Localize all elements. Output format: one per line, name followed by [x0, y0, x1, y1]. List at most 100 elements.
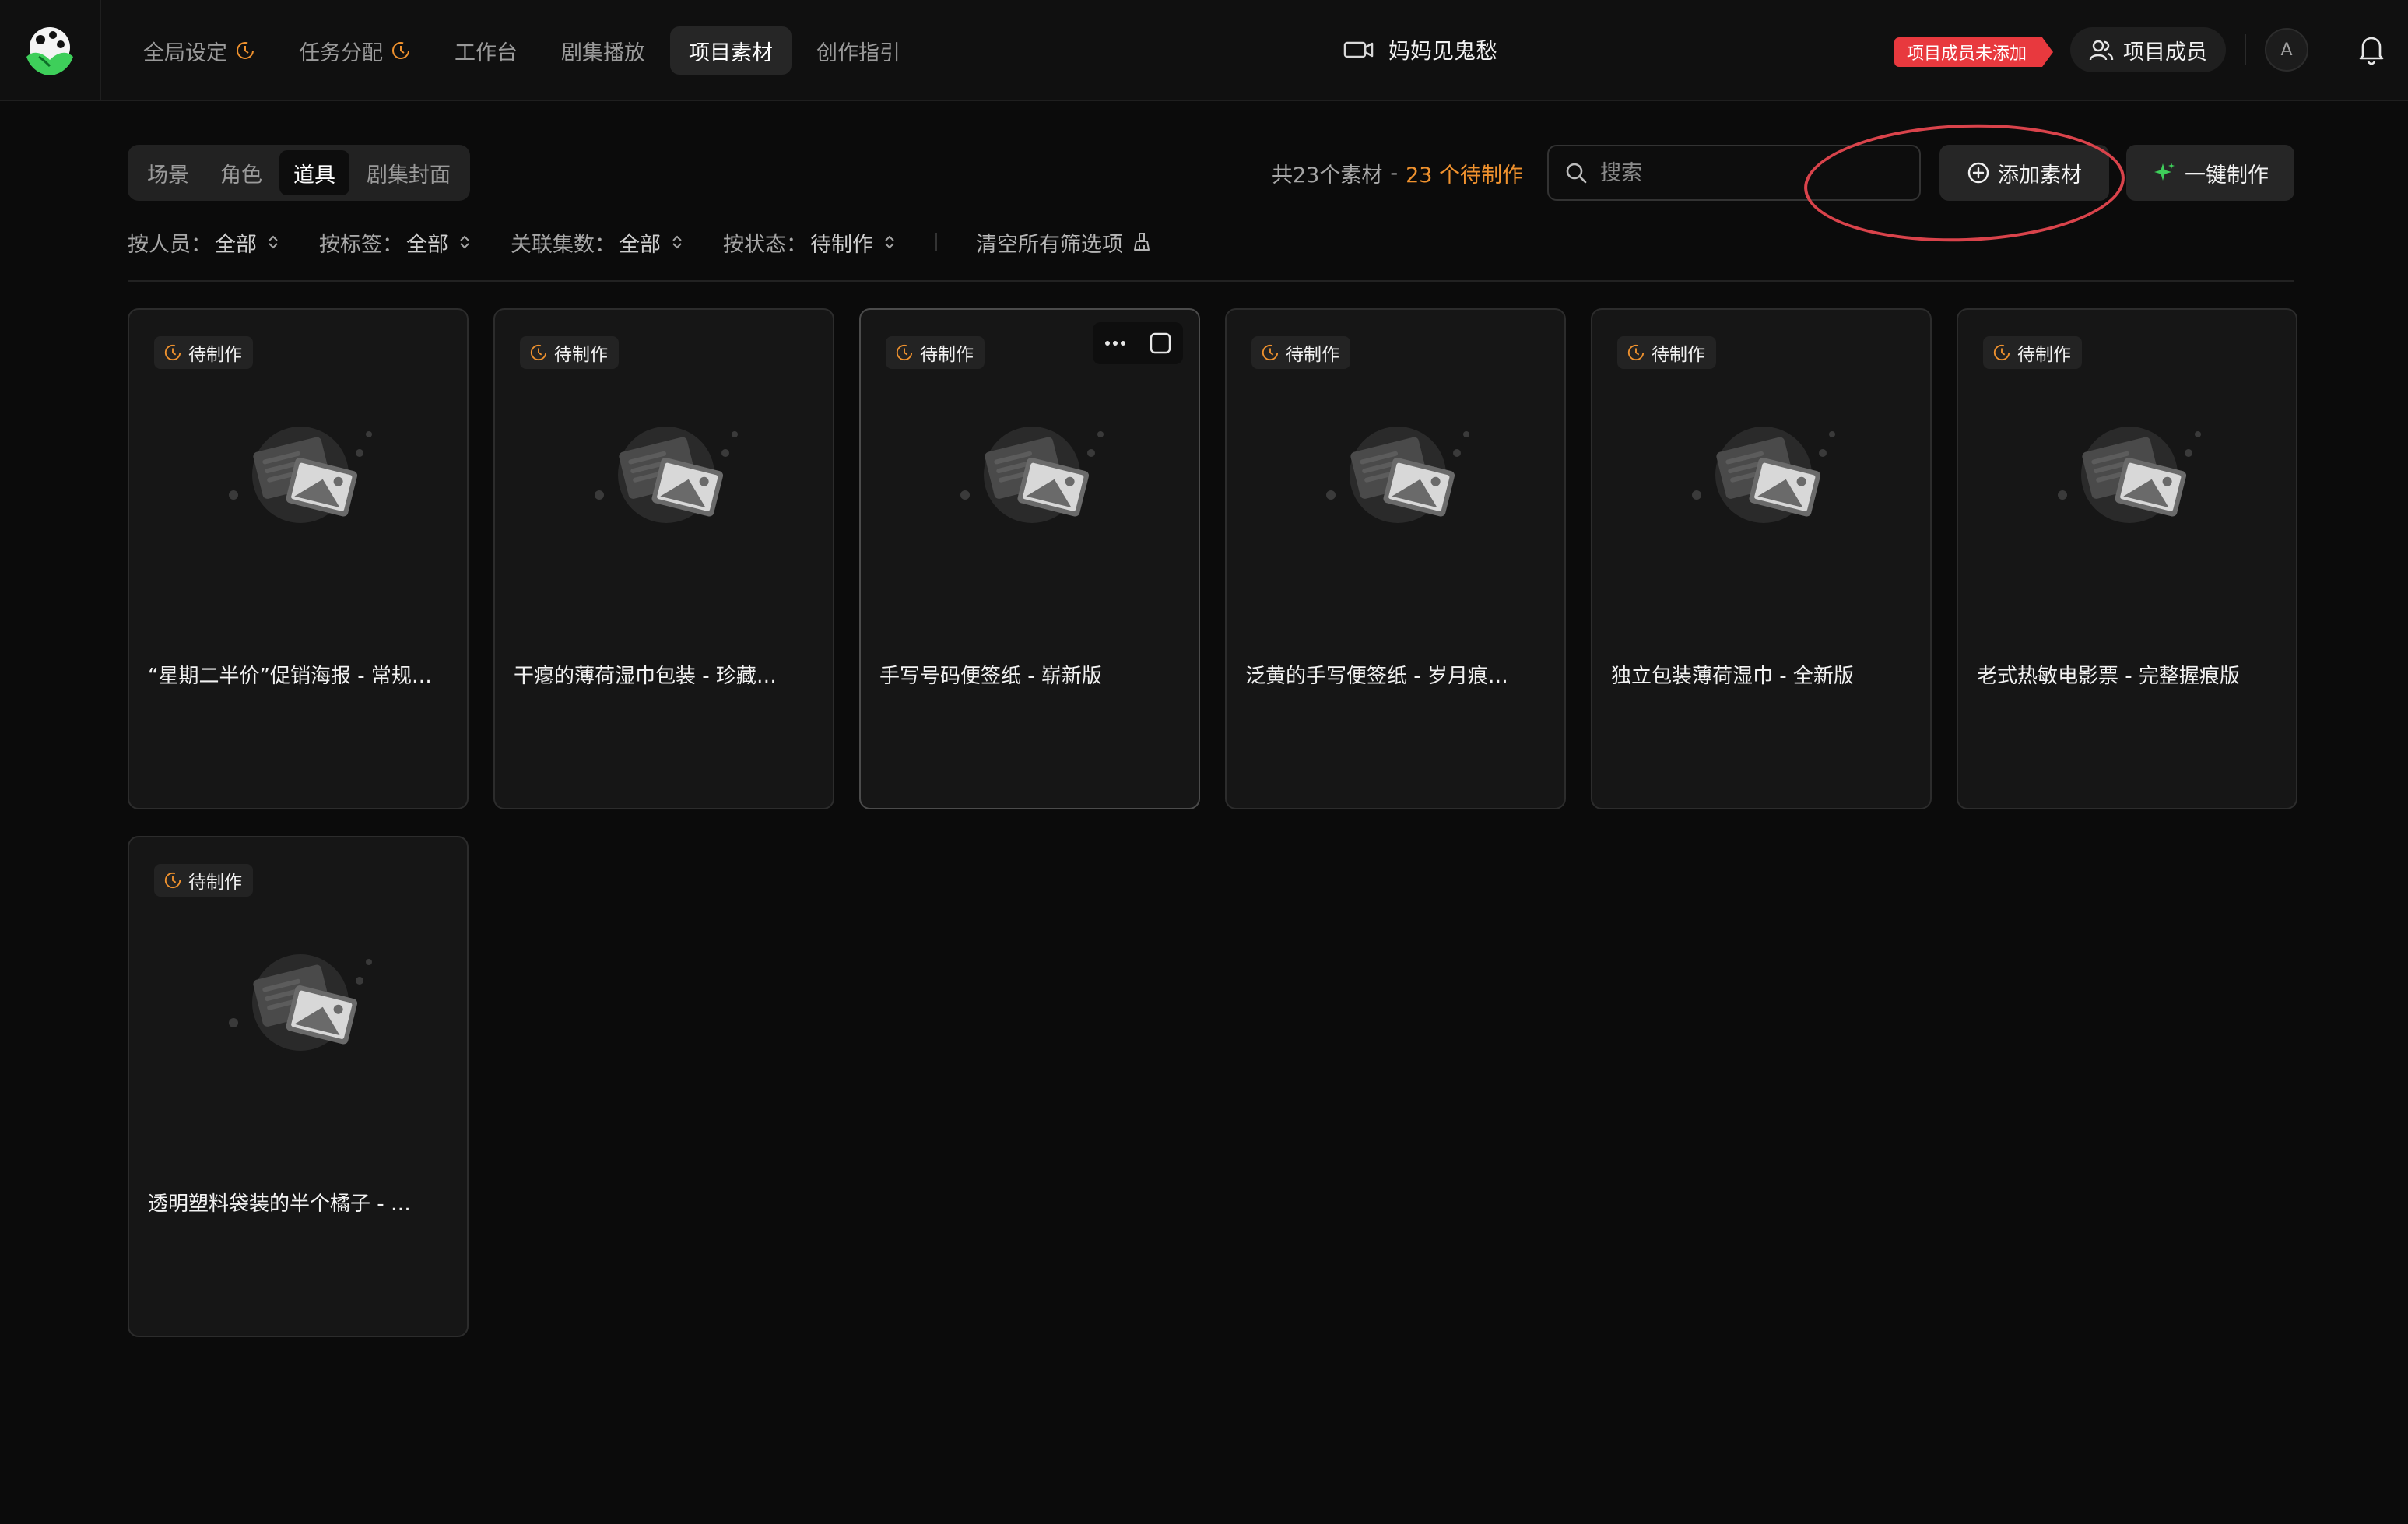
image-placeholder-icon — [1692, 427, 1835, 523]
nav-item-label: 工作台 — [455, 40, 518, 65]
pending-clock-icon — [530, 344, 547, 361]
nav-global-settings[interactable]: 全局设定 — [125, 26, 274, 75]
nav-episode-playback[interactable]: 剧集播放 — [542, 26, 664, 75]
asset-title: “星期二半价”促销海报 - 常规… — [148, 665, 432, 688]
asset-category-tabs: 场景 角色 道具 剧集封面 — [128, 145, 470, 201]
pending-count[interactable]: 23 个待制作 — [1406, 158, 1523, 188]
tab-characters[interactable]: 角色 — [206, 150, 276, 195]
filter-by-tag[interactable]: 按标签： 全部 — [319, 227, 470, 258]
tab-scenes[interactable]: 场景 — [133, 150, 203, 195]
status-badge: 待制作 — [1617, 336, 1716, 369]
nav-project-assets[interactable]: 项目素材 — [670, 26, 792, 75]
select-checkbox[interactable] — [1149, 332, 1172, 355]
search-icon — [1566, 163, 1587, 184]
status-text: 待制作 — [188, 345, 242, 365]
project-members-label: 项目成员 — [2123, 40, 2207, 65]
image-placeholder-icon — [595, 427, 738, 523]
asset-card[interactable]: 待制作 老式热敏电影票 - 完整握痕版 — [1957, 308, 2297, 809]
filter-divider-line — [128, 280, 2294, 282]
header-divider — [2245, 34, 2246, 65]
status-badge: 待制作 — [1983, 336, 2082, 369]
filter-value: 待制作 — [810, 232, 873, 257]
status-text: 待制作 — [1652, 345, 1705, 365]
sort-arrows-icon — [672, 235, 682, 249]
image-placeholder-icon — [2058, 427, 2201, 523]
member-notice-badge: 项目成员未添加 — [1894, 37, 2053, 67]
nav-workbench[interactable]: 工作台 — [436, 26, 536, 75]
nav-item-label: 任务分配 — [299, 40, 383, 65]
logo-icon — [26, 27, 73, 75]
filter-by-episode-count[interactable]: 关联集数： 全部 — [511, 227, 683, 258]
image-placeholder-icon — [229, 954, 372, 1051]
tab-props[interactable]: 道具 — [279, 150, 349, 195]
nav-item-label: 全局设定 — [143, 40, 227, 65]
filter-by-member[interactable]: 按人员： 全部 — [128, 227, 279, 258]
video-camera-icon — [1343, 41, 1374, 58]
asset-title: 手写号码便签纸 - 崭新版 — [879, 665, 1102, 688]
clear-filters-button[interactable]: 清空所有筛选项 — [976, 227, 1153, 258]
pending-clock-icon — [164, 344, 181, 361]
search-input[interactable] — [1600, 160, 1896, 185]
card-action-bar — [1093, 322, 1183, 364]
filter-bar: 按人员： 全部 按标签： 全部 关联集数： 全部 按状态： 待制作 清空所有筛选… — [128, 226, 1153, 258]
filter-label: 按状态： — [723, 232, 807, 257]
asset-card[interactable]: 待制作 独立包装薄荷湿巾 - 全新版 — [1591, 308, 1932, 809]
filter-value: 全部 — [619, 232, 661, 257]
filter-value: 全部 — [215, 232, 257, 257]
bell-icon[interactable] — [2354, 31, 2389, 67]
summary-separator: - — [1390, 160, 1399, 185]
asset-card[interactable]: 待制作 透明塑料袋装的半个橘子 - … — [128, 836, 469, 1337]
nav-creation-guide[interactable]: 创作指引 — [798, 26, 919, 75]
one-click-create-label: 一键制作 — [2185, 163, 2269, 188]
asset-summary: 共23个素材 - 23 个待制作 — [1272, 157, 1523, 188]
asset-title: 泛黄的手写便签纸 - 岁月痕… — [1245, 665, 1508, 688]
top-bar: 全局设定 任务分配 工作台 剧集播放 项目素材 创作指引 妈妈见鬼愁 项目成员未… — [0, 0, 2408, 101]
project-title-text: 妈妈见鬼愁 — [1388, 38, 1498, 64]
filter-by-status[interactable]: 按状态： 待制作 — [723, 227, 895, 258]
app-root: 全局设定 任务分配 工作台 剧集播放 项目素材 创作指引 妈妈见鬼愁 项目成员未… — [0, 0, 2408, 1524]
pending-clock-icon — [1993, 344, 2010, 361]
pending-clock-icon — [164, 872, 181, 889]
add-asset-label: 添加素材 — [1998, 163, 2082, 188]
asset-title: 干瘪的薄荷湿巾包装 - 珍藏… — [514, 665, 777, 688]
clear-filters-label: 清空所有筛选项 — [976, 232, 1123, 257]
tab-episode-covers[interactable]: 剧集封面 — [353, 150, 465, 195]
project-members-button[interactable]: 项目成员 — [2070, 27, 2226, 72]
search-box[interactable] — [1547, 145, 1921, 201]
project-title[interactable]: 妈妈见鬼愁 — [1343, 34, 1497, 65]
asset-title: 独立包装薄荷湿巾 - 全新版 — [1611, 665, 1854, 688]
status-badge: 待制作 — [1251, 336, 1350, 369]
asset-card[interactable]: 待制作 手写号码便签纸 - 崭新版 — [859, 308, 1200, 809]
nav-item-label: 项目素材 — [689, 40, 773, 65]
app-logo[interactable] — [0, 0, 101, 101]
filter-label: 按人员： — [128, 232, 212, 257]
status-badge: 待制作 — [154, 336, 253, 369]
asset-card[interactable]: 待制作 干瘪的薄荷湿巾包装 - 珍藏… — [493, 308, 834, 809]
add-asset-button[interactable]: 添加素材 — [1939, 145, 2109, 201]
pending-clock-icon — [237, 42, 254, 59]
sort-arrows-icon — [885, 235, 894, 249]
users-icon — [2089, 40, 2114, 61]
pending-clock-icon — [1262, 344, 1279, 361]
asset-card[interactable]: 待制作 “星期二半价”促销海报 - 常规… — [128, 308, 469, 809]
broom-icon — [1134, 233, 1150, 251]
status-badge: 待制作 — [520, 336, 619, 369]
status-badge: 待制作 — [886, 336, 985, 369]
status-text: 待制作 — [1286, 345, 1339, 365]
status-text: 待制作 — [188, 873, 242, 893]
more-icon[interactable] — [1104, 339, 1127, 347]
main-nav: 全局设定 任务分配 工作台 剧集播放 项目素材 创作指引 — [125, 26, 919, 75]
filter-value: 全部 — [406, 232, 448, 257]
status-badge: 待制作 — [154, 864, 253, 897]
one-click-create-button[interactable]: 一键制作 — [2126, 145, 2294, 201]
asset-title: 透明塑料袋装的半个橘子 - … — [148, 1192, 411, 1216]
plus-circle-icon — [1967, 162, 1989, 184]
user-avatar[interactable]: A — [2265, 28, 2308, 72]
asset-card[interactable]: 待制作 泛黄的手写便签纸 - 岁月痕… — [1225, 308, 1566, 809]
nav-task-assignment[interactable]: 任务分配 — [280, 26, 430, 75]
image-placeholder-icon — [1326, 427, 1469, 523]
status-text: 待制作 — [554, 345, 608, 365]
status-text: 待制作 — [2017, 345, 2071, 365]
nav-item-label: 创作指引 — [816, 40, 900, 65]
total-count: 共23个素材 — [1272, 163, 1383, 188]
